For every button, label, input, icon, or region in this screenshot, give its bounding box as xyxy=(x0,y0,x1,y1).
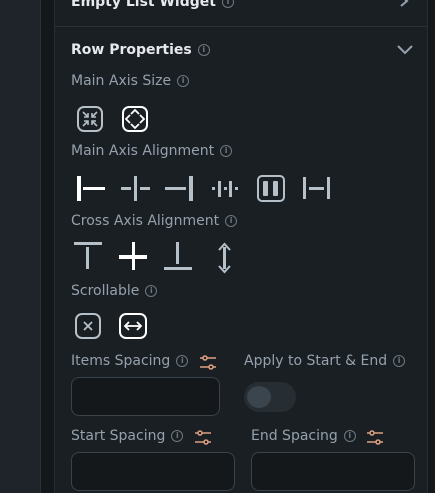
align-end-icon[interactable] xyxy=(165,176,195,202)
cross-axis-alignment-label: Cross Axis Alignment xyxy=(71,213,220,229)
end-spacing-input[interactable] xyxy=(251,452,415,491)
main-axis-size-label-row: Main Axis Size i xyxy=(71,73,190,89)
end-spacing-label-row: End Spacing i xyxy=(251,428,356,444)
items-spacing-label-row: Items Spacing i xyxy=(71,353,189,369)
cross-align-start-icon[interactable] xyxy=(74,242,104,272)
space-between-icon[interactable] xyxy=(303,177,333,201)
expand-arrows-icon xyxy=(124,108,146,130)
scrollable-label: Scrollable xyxy=(71,283,140,299)
info-icon: i xyxy=(393,355,406,367)
scrollable-off-button[interactable] xyxy=(75,313,101,339)
scrollable-on-button[interactable] xyxy=(119,313,147,339)
panel-divider xyxy=(40,0,41,493)
info-icon: i xyxy=(343,430,356,442)
close-icon xyxy=(83,321,93,331)
items-spacing-input[interactable] xyxy=(71,377,220,416)
toggle-knob xyxy=(247,386,271,408)
info-icon: i xyxy=(145,285,158,297)
info-icon: i xyxy=(177,75,190,87)
space-evenly-icon[interactable] xyxy=(212,177,242,201)
apply-start-end-label: Apply to Start & End xyxy=(244,353,388,369)
info-icon: i xyxy=(221,0,234,8)
cross-align-end-icon[interactable] xyxy=(164,242,194,272)
cross-align-center-icon[interactable] xyxy=(119,242,149,272)
cross-axis-alignment-label-row: Cross Axis Alignment i xyxy=(71,213,238,229)
info-icon: i xyxy=(197,44,210,56)
info-icon: i xyxy=(171,430,184,442)
apply-start-end-toggle[interactable] xyxy=(244,382,296,412)
left-sidebar-strip xyxy=(0,0,40,493)
variable-settings-icon[interactable] xyxy=(194,429,212,447)
collapse-arrows-icon xyxy=(82,111,98,127)
info-icon: i xyxy=(220,145,233,157)
end-spacing-label: End Spacing xyxy=(251,428,338,444)
scrollable-label-row: Scrollable i xyxy=(71,283,158,299)
main-axis-size-label: Main Axis Size xyxy=(71,73,172,89)
section-divider xyxy=(55,26,427,27)
properties-panel: Empty List Widget i Row Properties i Main … xyxy=(54,0,428,493)
info-icon: i xyxy=(225,215,238,227)
cross-align-stretch-icon[interactable] xyxy=(217,242,233,274)
row-properties-title: Row Properties xyxy=(71,42,192,58)
variable-settings-icon[interactable] xyxy=(199,354,217,372)
chevron-right-icon[interactable] xyxy=(398,0,410,10)
empty-list-widget-header[interactable]: Empty List Widget i xyxy=(71,0,234,10)
chevron-down-icon[interactable] xyxy=(397,45,413,55)
empty-list-widget-title: Empty List Widget xyxy=(71,0,216,10)
items-spacing-label: Items Spacing xyxy=(71,353,171,369)
horizontal-arrows-icon xyxy=(123,321,143,331)
start-spacing-input[interactable] xyxy=(71,452,235,491)
apply-start-end-label-row: Apply to Start & End i xyxy=(244,353,406,369)
main-axis-alignment-label: Main Axis Alignment xyxy=(71,143,215,159)
align-start-icon[interactable] xyxy=(77,174,107,204)
variable-settings-icon[interactable] xyxy=(366,429,384,447)
main-axis-size-max-button[interactable] xyxy=(122,106,148,132)
space-around-icon[interactable] xyxy=(257,175,287,203)
align-center-icon[interactable] xyxy=(121,176,151,202)
row-properties-header: Row Properties i xyxy=(71,42,210,58)
info-icon: i xyxy=(176,355,189,367)
start-spacing-label: Start Spacing xyxy=(71,428,166,444)
start-spacing-label-row: Start Spacing i xyxy=(71,428,184,444)
main-axis-size-min-button[interactable] xyxy=(77,106,103,132)
main-axis-alignment-label-row: Main Axis Alignment i xyxy=(71,143,233,159)
